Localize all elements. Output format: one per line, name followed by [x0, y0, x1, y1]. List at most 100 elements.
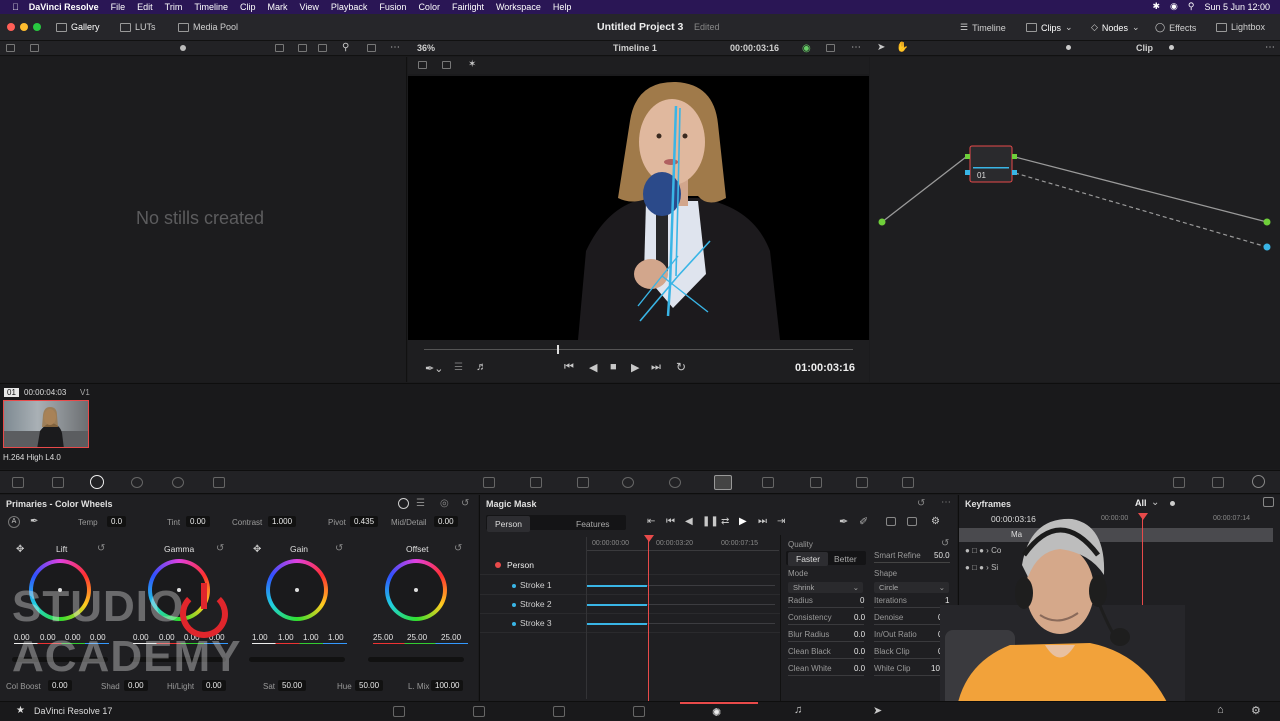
mask-playhead-line[interactable]: [648, 535, 649, 701]
deliver-page-icon[interactable]: ➤: [873, 704, 882, 717]
reset-primaries-icon[interactable]: ↺: [461, 498, 469, 509]
go-to-end-button[interactable]: ⏭: [651, 361, 661, 374]
offset-reset-icon[interactable]: ↺: [454, 543, 462, 554]
loop-button[interactable]: ↻: [676, 360, 686, 374]
menu-fairlight[interactable]: Fairlight: [452, 2, 484, 12]
gamma-reset-icon[interactable]: ↺: [216, 543, 224, 554]
tint-value[interactable]: 0.00: [186, 516, 210, 527]
contrast-value[interactable]: 1.000: [268, 516, 297, 527]
stroke-1-track[interactable]: Stroke 1: [480, 576, 780, 595]
pivot-value[interactable]: 0.435: [350, 516, 379, 527]
denoise-slider[interactable]: [874, 624, 950, 625]
stop-button[interactable]: ■: [610, 361, 617, 373]
fusion-page-icon[interactable]: [633, 706, 645, 717]
faster-button[interactable]: Faster: [788, 552, 829, 566]
play-button[interactable]: ▶: [631, 361, 639, 374]
gain-wheel[interactable]: [266, 559, 328, 621]
settings-gear-icon[interactable]: ⚙: [1251, 704, 1261, 717]
search-icon[interactable]: ⚲: [1188, 1, 1195, 12]
menu-playback[interactable]: Playback: [331, 2, 368, 12]
menu-help[interactable]: Help: [553, 2, 572, 12]
track-pause-icon[interactable]: ❚❚: [702, 516, 719, 527]
qualifier-icon[interactable]: [577, 477, 589, 488]
lightbox-toggle[interactable]: Lightbox: [1216, 22, 1265, 32]
more-options-icon[interactable]: ⋯: [390, 42, 400, 53]
clean-black-slider[interactable]: [788, 658, 864, 659]
blur-radius-value[interactable]: 0.0: [854, 630, 865, 639]
lift-picker-icon[interactable]: ✥: [16, 544, 24, 555]
key-icon[interactable]: [810, 477, 822, 488]
apple-icon[interactable]: : [12, 2, 19, 12]
gain-y[interactable]: 1.00: [252, 633, 268, 642]
luts-toggle[interactable]: LUTs: [120, 22, 156, 32]
hilight-value[interactable]: 0.00: [202, 680, 226, 691]
scrub-bar[interactable]: [424, 349, 853, 350]
menu-app-name[interactable]: DaVinci Resolve: [29, 2, 99, 12]
clip-thumbnail[interactable]: [3, 400, 89, 448]
node-01-label[interactable]: 01: [977, 171, 986, 180]
menu-timeline[interactable]: Timeline: [194, 2, 228, 12]
keyframes-expand-icon[interactable]: [1263, 497, 1274, 507]
gallery-zoom-slider[interactable]: [180, 45, 186, 51]
menu-workspace[interactable]: Workspace: [496, 2, 541, 12]
offset-wheel[interactable]: [385, 559, 447, 621]
minimize-window-button[interactable]: [20, 23, 28, 31]
mask-view-icon[interactable]: [907, 517, 917, 526]
col-boost-value[interactable]: 0.00: [48, 680, 72, 691]
iterations-slider[interactable]: [874, 607, 950, 608]
temp-value[interactable]: 0.0: [107, 516, 127, 527]
menu-trim[interactable]: Trim: [165, 2, 183, 12]
menu-file[interactable]: File: [111, 2, 126, 12]
overlay-toggle-icon[interactable]: [886, 517, 896, 526]
person-track[interactable]: Person: [480, 556, 780, 575]
play-reverse-button[interactable]: ◀: [589, 361, 597, 374]
expand-icon[interactable]: [367, 44, 376, 52]
cut-page-icon[interactable]: [473, 706, 485, 717]
magic-mask-reset-icon[interactable]: ↺: [917, 498, 925, 509]
go-to-start-button[interactable]: ⏮: [564, 361, 574, 374]
consistency-slider[interactable]: [788, 624, 864, 625]
in-out-ratio-slider[interactable]: [874, 641, 950, 642]
scrub-playhead[interactable]: [556, 345, 559, 354]
gallery-toggle[interactable]: Gallery: [56, 22, 100, 32]
fullscreen-icon[interactable]: [826, 44, 835, 52]
clean-black-value[interactable]: 0.0: [854, 647, 865, 656]
timeline-toggle[interactable]: ☰ Timeline: [960, 22, 1006, 33]
sizing-icon[interactable]: [856, 477, 868, 488]
color-wheels-icon[interactable]: [90, 475, 104, 489]
list-view-icon[interactable]: [318, 44, 327, 52]
track-reverse-mark-icon[interactable]: ⇤: [647, 516, 655, 527]
close-window-button[interactable]: [7, 23, 15, 31]
window-icon[interactable]: [622, 477, 634, 488]
unmix-icon[interactable]: ◉: [802, 43, 811, 54]
offset-b[interactable]: 25.00: [441, 633, 461, 642]
better-button[interactable]: Better: [828, 552, 863, 566]
sat-value[interactable]: 50.00: [278, 680, 307, 691]
features-tab[interactable]: Features: [568, 516, 618, 532]
radius-slider[interactable]: [788, 607, 864, 608]
mode-dropdown[interactable]: Shrink ⌄: [788, 582, 863, 593]
menu-color[interactable]: Color: [418, 2, 440, 12]
info-icon[interactable]: [1252, 475, 1265, 488]
stroke-3-track[interactable]: Stroke 3: [480, 614, 780, 633]
picker-icon[interactable]: ✒: [30, 516, 38, 527]
gain-master-wheel[interactable]: [249, 657, 345, 662]
offset-g[interactable]: 25.00: [407, 633, 427, 642]
zoom-window-button[interactable]: [33, 23, 41, 31]
menu-clip[interactable]: Clip: [240, 2, 256, 12]
timeline-selector[interactable]: Timeline 1: [613, 43, 657, 53]
smart-refine-slider[interactable]: [874, 562, 950, 563]
3d-icon[interactable]: [902, 477, 914, 488]
l-mix-value[interactable]: 100.00: [431, 680, 464, 691]
node-zoom-slider[interactable]: [1066, 45, 1071, 50]
viewer-zoom[interactable]: 36%: [417, 43, 435, 53]
add-stroke-icon[interactable]: ✒: [839, 515, 848, 528]
mid-detail-value[interactable]: 0.00: [434, 516, 458, 527]
gain-r[interactable]: 1.00: [278, 633, 294, 642]
log-mode-icon[interactable]: ◎: [440, 498, 449, 509]
split-screen-icon[interactable]: [442, 61, 451, 69]
motion-effects-icon[interactable]: [213, 477, 225, 488]
layers-icon[interactable]: ☰: [454, 362, 463, 373]
stroke-2-track[interactable]: Stroke 2: [480, 595, 780, 614]
pointer-tool-icon[interactable]: ➤: [877, 42, 885, 53]
